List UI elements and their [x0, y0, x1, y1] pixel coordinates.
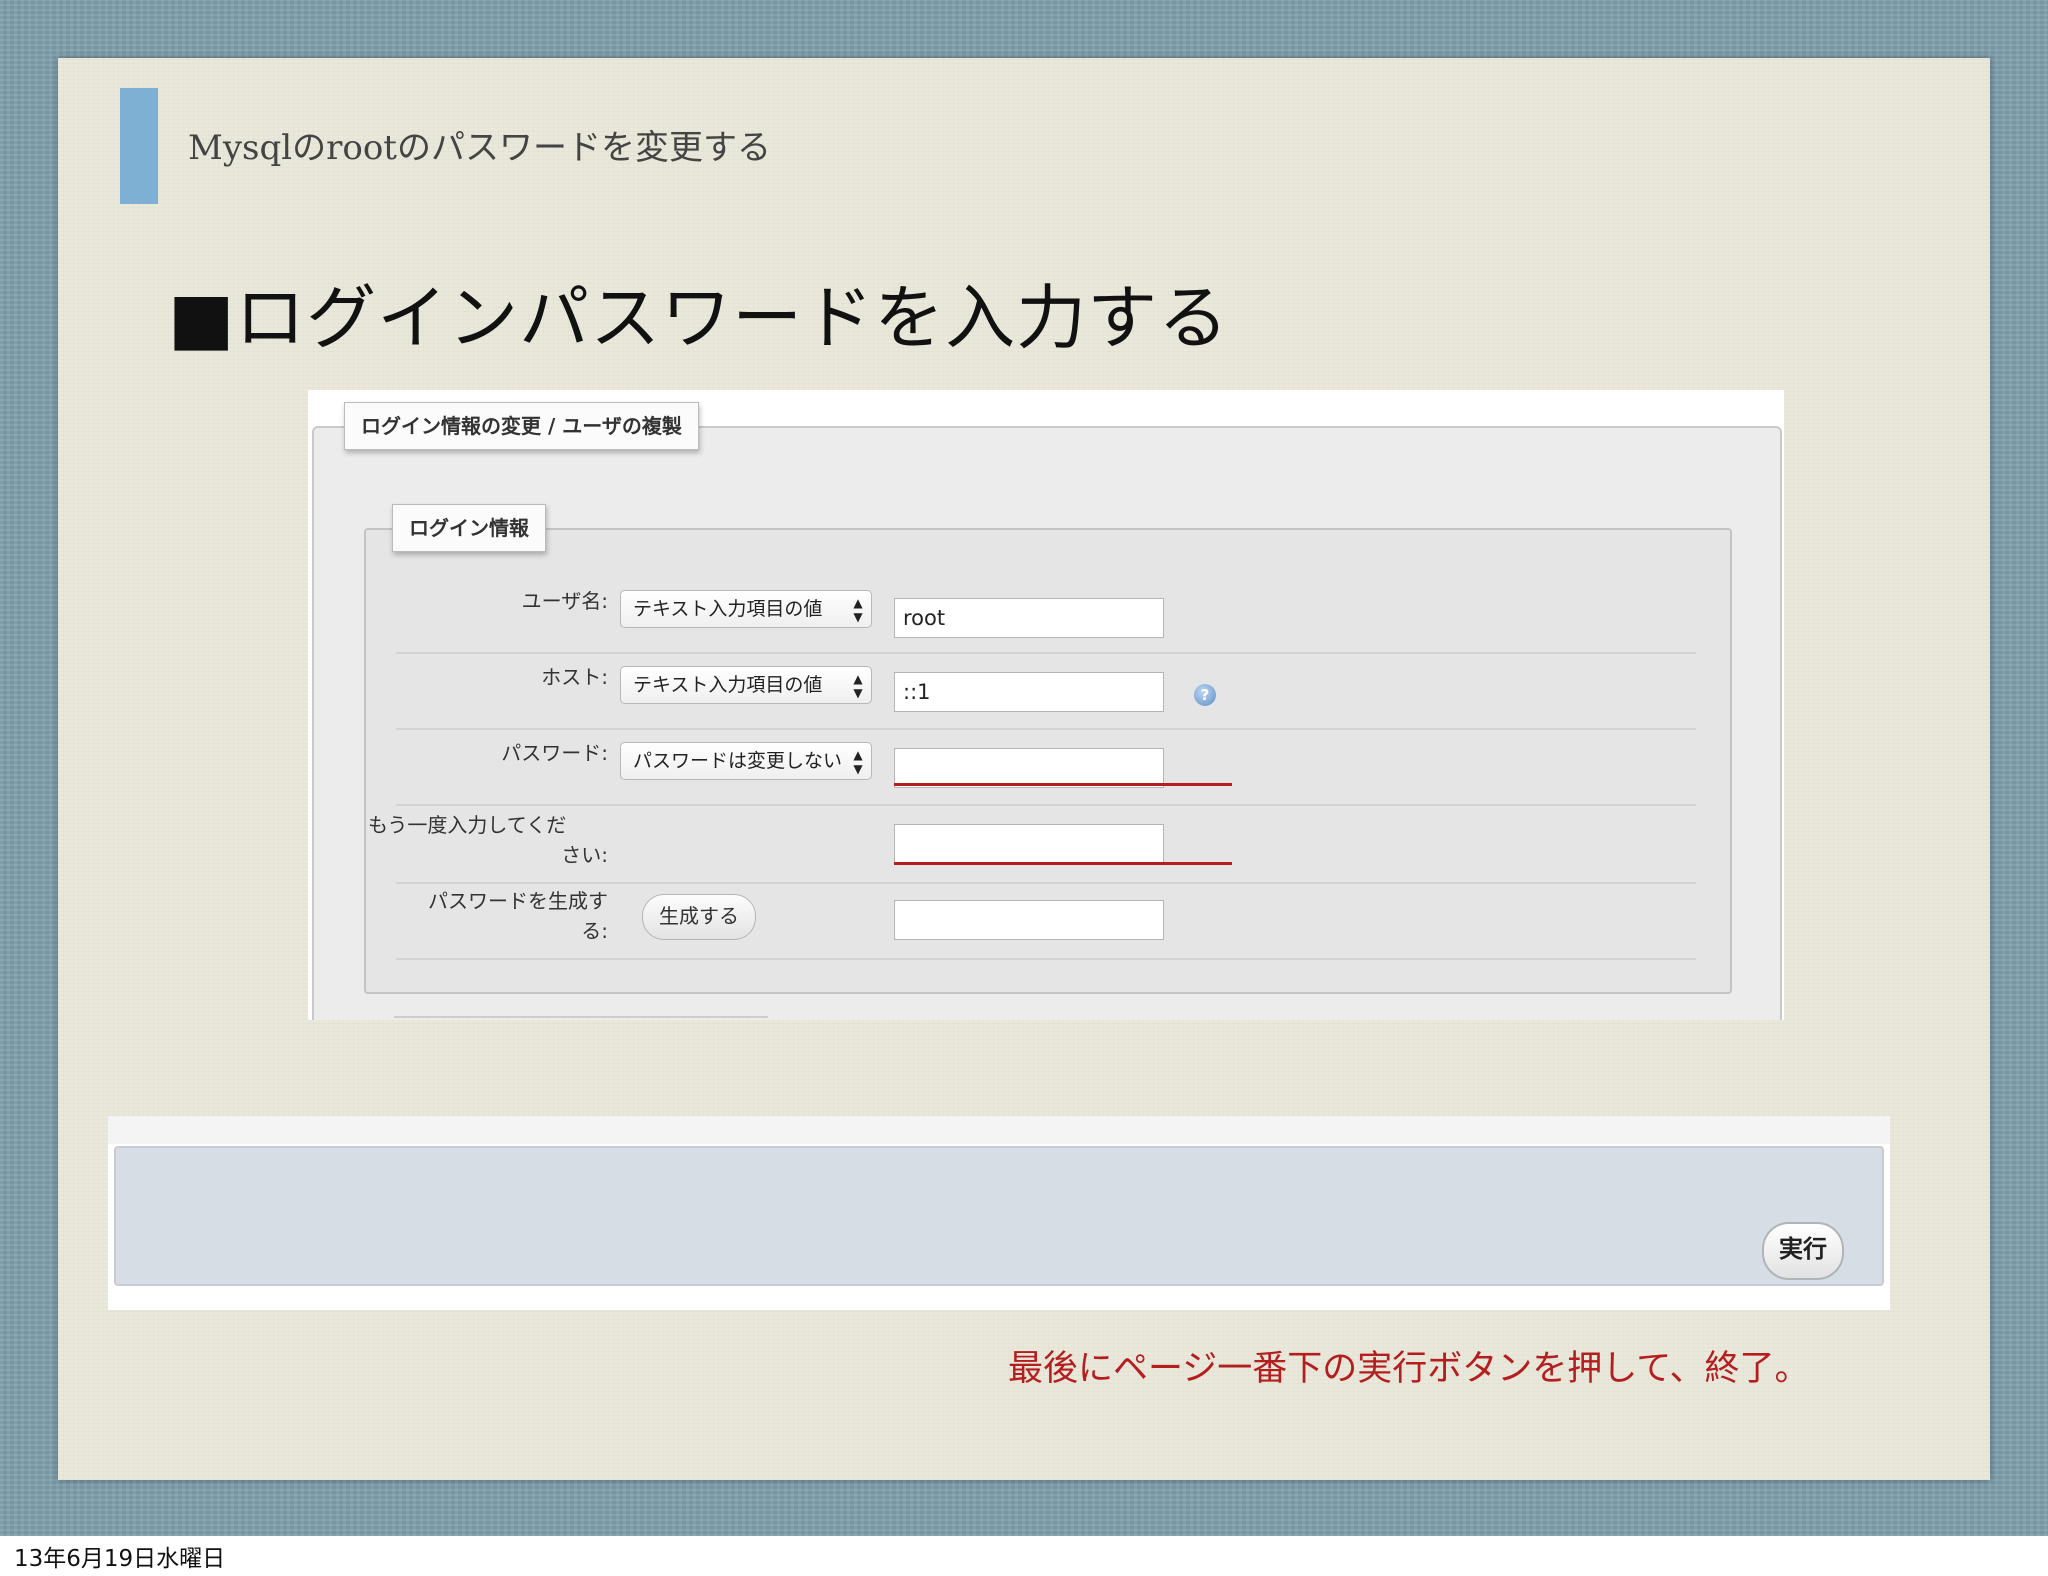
login-info-legend: ログイン情報: [392, 504, 546, 552]
generate-password-label: パスワードを生成す る:: [368, 886, 608, 946]
password-option-value: パスワードは変更しない: [633, 750, 843, 772]
execute-button[interactable]: 実行: [1762, 1222, 1844, 1280]
confirm-label-line2: さい:: [561, 843, 608, 867]
action-bar: 実行: [114, 1146, 1884, 1286]
row-divider: [396, 804, 1696, 806]
confirm-highlight-underline: [894, 862, 1232, 865]
footer-date: 13年6月19日水曜日: [14, 1546, 226, 1572]
select-arrows-icon: ▲ ▼: [853, 596, 863, 624]
generate-label-line1: パスワードを生成す: [428, 889, 608, 913]
select-arrows-icon: ▲ ▼: [853, 748, 863, 776]
host-type-select[interactable]: テキスト入力項目の値 ▲ ▼: [620, 666, 872, 704]
login-change-legend: ログイン情報の変更 / ユーザの複製: [344, 402, 699, 450]
host-label: ホスト:: [541, 665, 608, 689]
login-info-screenshot: ログイン情報の変更 / ユーザの複製 ログイン情報 ユーザ名: テキスト入力項目…: [308, 390, 1784, 1020]
username-input[interactable]: root: [894, 598, 1164, 638]
username-type-value: テキスト入力項目の値: [633, 598, 823, 620]
slide-title: ■ログインパスワードを入力する: [168, 277, 1230, 359]
confirm-password-input[interactable]: [894, 824, 1164, 864]
username-label: ユーザ名:: [521, 589, 608, 613]
row-divider: [396, 958, 1696, 960]
username-type-select[interactable]: テキスト入力項目の値 ▲ ▼: [620, 590, 872, 628]
host-type-value: テキスト入力項目の値: [633, 674, 823, 696]
row-divider: [396, 882, 1696, 884]
next-fieldset-edge: [394, 1016, 768, 1018]
confirm-password-label: もう一度入力してくだ さい:: [368, 810, 608, 870]
generated-password-input[interactable]: [894, 900, 1164, 940]
host-input[interactable]: ::1: [894, 672, 1164, 712]
bottom-bar-screenshot: 実行: [108, 1116, 1890, 1310]
password-option-select[interactable]: パスワードは変更しない ▲ ▼: [620, 742, 872, 780]
row-divider: [396, 728, 1696, 730]
confirm-label-line1: もう一度入力してくだ: [368, 813, 567, 837]
instruction-caption: 最後にページ一番下の実行ボタンを押して、終了。: [1008, 1349, 1810, 1389]
header-accent-bar: [120, 88, 158, 204]
password-label: パスワード:: [501, 741, 608, 765]
row-divider: [396, 652, 1696, 654]
password-highlight-underline: [894, 783, 1232, 786]
generate-button[interactable]: 生成する: [642, 894, 756, 940]
password-input[interactable]: [894, 748, 1164, 788]
page-strip: [108, 1116, 1890, 1144]
select-arrows-icon: ▲ ▼: [853, 672, 863, 700]
generate-label-line2: る:: [581, 919, 608, 943]
help-icon[interactable]: ?: [1194, 684, 1216, 706]
slide-header: Mysqlのrootのパスワードを変更する: [188, 128, 771, 168]
